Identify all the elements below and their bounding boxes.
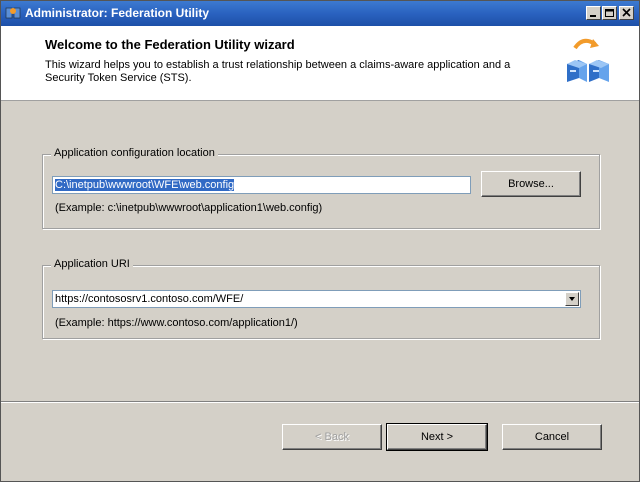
footer-separator bbox=[1, 401, 639, 403]
app-config-group-label: Application configuration location bbox=[51, 147, 218, 159]
browse-button[interactable]: Browse... bbox=[481, 171, 581, 197]
maximize-icon bbox=[605, 9, 614, 17]
minimize-button[interactable] bbox=[586, 6, 601, 20]
chevron-down-icon bbox=[569, 297, 575, 301]
app-config-input[interactable]: C:\inetpub\wwwroot\WFE\web.config bbox=[52, 176, 471, 194]
app-uri-value: https://contososrv1.contoso.com/WFE/ bbox=[55, 293, 244, 305]
wizard-header: Welcome to the Federation Utility wizard… bbox=[1, 26, 639, 101]
page-description: This wizard helps you to establish a tru… bbox=[45, 59, 511, 84]
app-uri-group-label: Application URI bbox=[51, 258, 133, 270]
maximize-button[interactable] bbox=[602, 6, 617, 20]
minimize-icon bbox=[590, 15, 596, 17]
app-uri-example: (Example: https://www.contoso.com/applic… bbox=[55, 317, 298, 329]
app-config-value: C:\inetpub\wwwroot\WFE\web.config bbox=[55, 179, 235, 191]
back-button[interactable]: < Back bbox=[282, 424, 382, 450]
close-button[interactable] bbox=[619, 6, 634, 20]
federation-servers-icon bbox=[567, 38, 609, 82]
close-icon bbox=[622, 8, 631, 17]
title-bar[interactable]: Administrator: Federation Utility bbox=[1, 1, 639, 26]
cancel-button[interactable]: Cancel bbox=[502, 424, 602, 450]
app-uri-combobox[interactable]: https://contososrv1.contoso.com/WFE/ bbox=[52, 290, 581, 308]
app-config-example: (Example: c:\inetpub\wwwroot\application… bbox=[55, 202, 323, 214]
next-button[interactable]: Next > bbox=[386, 423, 488, 451]
app-uri-dropdown-button[interactable] bbox=[565, 292, 579, 306]
app-icon bbox=[5, 7, 21, 19]
wizard-window: Administrator: Federation Utility Welcom… bbox=[0, 0, 640, 482]
page-title: Welcome to the Federation Utility wizard bbox=[45, 37, 295, 52]
window-title: Administrator: Federation Utility bbox=[25, 6, 210, 20]
